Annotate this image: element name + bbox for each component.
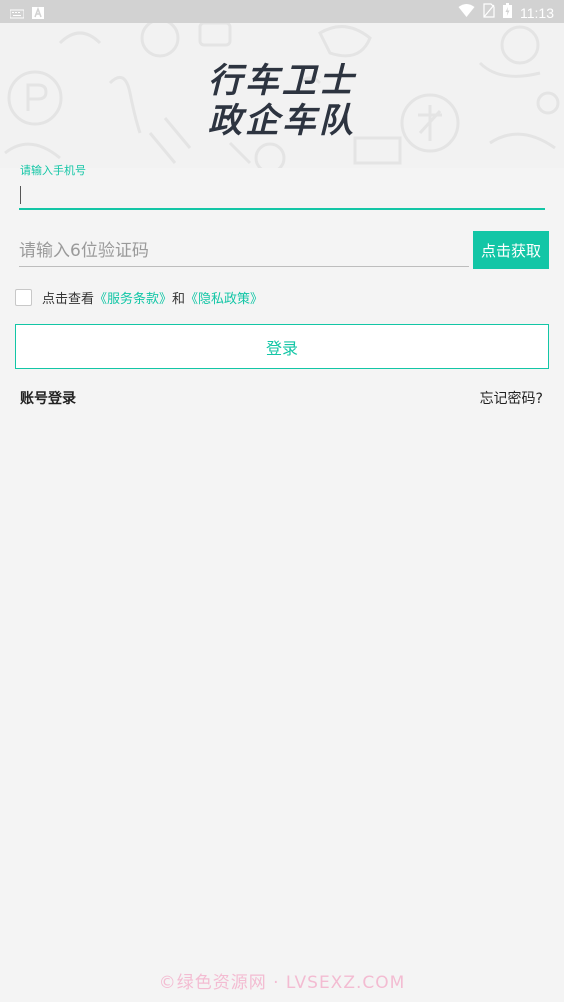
- login-button[interactable]: 登录: [15, 324, 549, 369]
- brand-title-line2: 政企车队: [208, 101, 356, 141]
- header-banner: 行车卫士 政企车队: [0, 23, 564, 168]
- get-code-button[interactable]: 点击获取: [473, 231, 549, 269]
- agreement-prefix: 点击查看: [42, 292, 95, 307]
- watermark: ©绿色资源网 · LVSEXZ.COM: [158, 973, 406, 993]
- agree-checkbox[interactable]: [15, 289, 32, 306]
- wifi-icon: [458, 3, 475, 22]
- agreement-and: 和: [172, 292, 186, 307]
- privacy-link[interactable]: 《隐私政策》: [185, 288, 263, 307]
- verification-code-input[interactable]: [19, 236, 469, 267]
- phone-input[interactable]: [19, 180, 545, 210]
- battery-icon: [503, 3, 512, 22]
- keyboard-icon: [9, 4, 25, 23]
- text-cursor: [20, 186, 21, 204]
- agreement-row: 点击查看 《服务条款》 和 《隐私政策》: [15, 288, 263, 307]
- no-sim-icon: [483, 3, 495, 22]
- app-notification-icon: [32, 4, 44, 23]
- forgot-password-link[interactable]: 忘记密码?: [480, 388, 543, 408]
- status-time: 11:13: [520, 4, 554, 21]
- account-login-link[interactable]: 账号登录: [20, 388, 76, 408]
- status-bar: 11:13: [0, 0, 564, 23]
- terms-link[interactable]: 《服务条款》: [94, 288, 172, 307]
- phone-field-label: 请输入手机号: [20, 164, 86, 177]
